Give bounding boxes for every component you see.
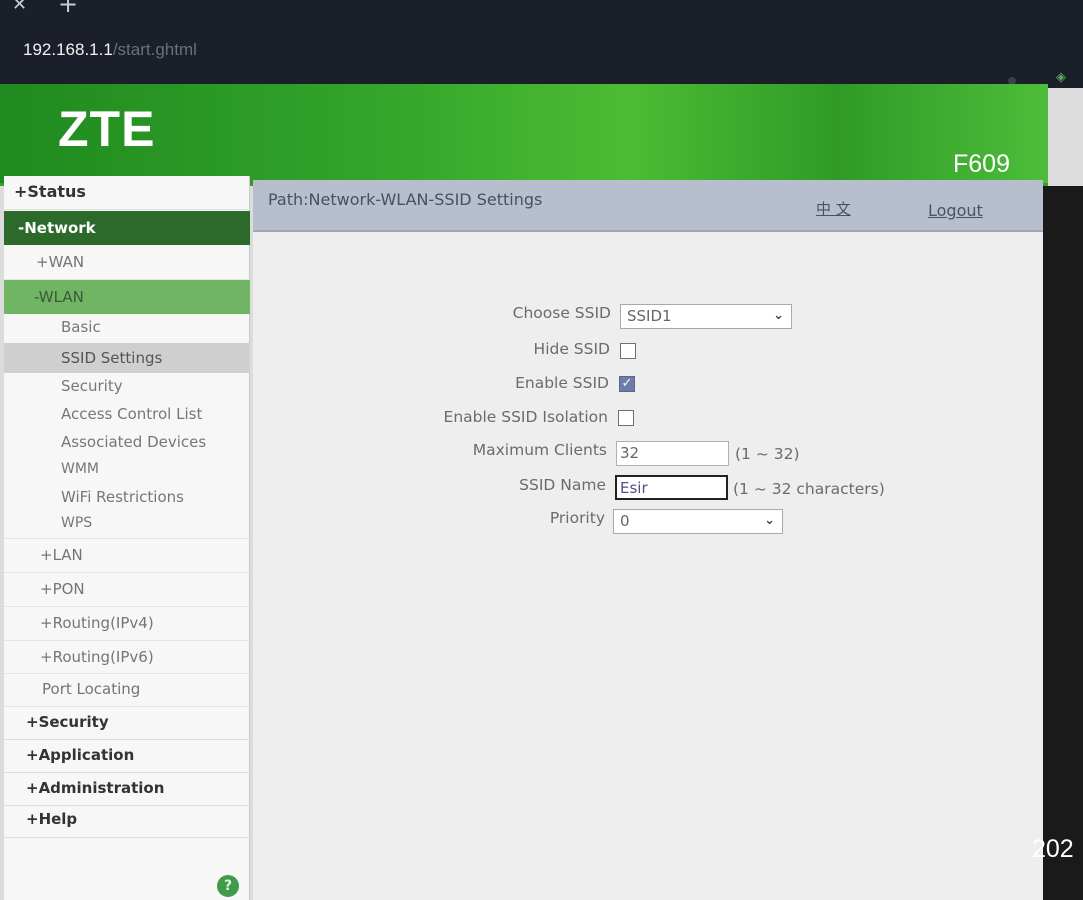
max-clients-label: Maximum Clients: [472, 441, 607, 459]
help-icon[interactable]: ?: [217, 875, 239, 897]
main-content: Path:Network-WLAN-SSID Settings 中 文 Logo…: [253, 180, 1043, 900]
address-bar[interactable]: 192.168.1.1/start.ghtml: [23, 40, 197, 60]
max-clients-hint: (1 ~ 32): [735, 445, 800, 463]
screen-bezel: [1043, 186, 1083, 900]
path-bar: Path:Network-WLAN-SSID Settings 中 文 Logo…: [253, 180, 1043, 232]
priority-label: Priority: [549, 509, 605, 527]
sidebar-item-security[interactable]: +Security: [4, 707, 250, 740]
ssid-name-row: SSID Name: [253, 476, 606, 502]
enable-ssid-row: Enable SSID: [253, 374, 609, 400]
sidebar-item-wps[interactable]: WPS: [4, 511, 250, 539]
sidebar-item-routing-ipv6[interactable]: +Routing(IPv6): [4, 641, 250, 674]
choose-ssid-select[interactable]: SSID1 ⌄: [620, 304, 792, 329]
ssid-isolation-label: Enable SSID Isolation: [443, 408, 608, 426]
chevron-down-icon: ⌄: [773, 308, 784, 323]
priority-value: 0: [620, 512, 630, 530]
logout-link[interactable]: Logout: [928, 201, 983, 220]
sidebar-item-wlan[interactable]: -WLAN: [4, 280, 250, 314]
url-host: 192.168.1.1: [23, 40, 113, 59]
priority-select[interactable]: 0 ⌄: [613, 509, 783, 534]
language-link[interactable]: 中 文: [816, 198, 851, 219]
ssid-name-label: SSID Name: [519, 476, 606, 494]
ssid-isolation-row: Enable SSID Isolation: [253, 408, 608, 434]
sidebar-nav: +Status -Network +WAN -WLAN Basic SSID S…: [4, 176, 250, 900]
sidebar-item-wan[interactable]: +WAN: [4, 246, 250, 280]
ssid-isolation-checkbox[interactable]: [618, 410, 634, 426]
priority-row: Priority: [253, 509, 605, 535]
ssid-name-input[interactable]: Esir: [615, 475, 728, 500]
choose-ssid-row: Choose SSID: [253, 304, 611, 330]
breadcrumb: Path:Network-WLAN-SSID Settings: [268, 190, 543, 209]
close-tab-icon[interactable]: ✕: [12, 0, 27, 15]
sidebar-item-associated-devices[interactable]: Associated Devices: [4, 429, 250, 457]
enable-ssid-label: Enable SSID: [515, 374, 609, 392]
sidebar-item-wifi-restrictions[interactable]: WiFi Restrictions: [4, 484, 250, 512]
sidebar-item-application[interactable]: +Application: [4, 740, 250, 773]
enable-ssid-checkbox[interactable]: ✓: [619, 376, 635, 392]
year-stamp: 202: [1032, 835, 1074, 863]
url-path: /start.ghtml: [112, 40, 197, 59]
sidebar-item-administration[interactable]: +Administration: [4, 773, 250, 806]
model-name: F609: [953, 150, 1010, 178]
sidebar-item-basic[interactable]: Basic: [4, 314, 250, 342]
max-clients-row: Maximum Clients: [253, 441, 607, 467]
max-clients-input[interactable]: 32: [616, 441, 729, 466]
choose-ssid-value: SSID1: [627, 307, 672, 325]
extension-icon[interactable]: ◈: [1056, 70, 1072, 85]
sidebar-item-ssid-settings[interactable]: SSID Settings: [4, 343, 250, 373]
sidebar-item-status[interactable]: +Status: [4, 176, 250, 210]
chevron-down-icon: ⌄: [764, 513, 775, 528]
choose-ssid-label: Choose SSID: [512, 304, 611, 322]
hide-ssid-label: Hide SSID: [533, 340, 610, 358]
browser-toolbar: ✕ + 192.168.1.1/start.ghtml ◈: [0, 0, 1083, 88]
router-header: ZTE F609: [0, 84, 1048, 186]
sidebar-item-access-control-list[interactable]: Access Control List: [4, 401, 250, 429]
sidebar-item-routing-ipv4[interactable]: +Routing(IPv4): [4, 607, 250, 641]
new-tab-icon[interactable]: +: [58, 0, 78, 18]
sidebar-item-help[interactable]: +Help: [4, 806, 250, 838]
sidebar-item-lan[interactable]: +LAN: [4, 539, 250, 573]
ssid-name-hint: (1 ~ 32 characters): [733, 480, 885, 498]
check-mark-icon: ✓: [621, 376, 633, 391]
sidebar-item-network[interactable]: -Network: [4, 211, 250, 245]
sidebar-item-wmm[interactable]: WMM: [4, 457, 250, 485]
zte-logo: ZTE: [58, 101, 156, 157]
sidebar-item-security-wlan[interactable]: Security: [4, 373, 250, 401]
sidebar-item-port-locating[interactable]: Port Locating: [4, 674, 250, 707]
hide-ssid-checkbox[interactable]: [620, 343, 636, 359]
sidebar-item-pon[interactable]: +PON: [4, 573, 250, 607]
hide-ssid-row: Hide SSID: [253, 340, 610, 366]
